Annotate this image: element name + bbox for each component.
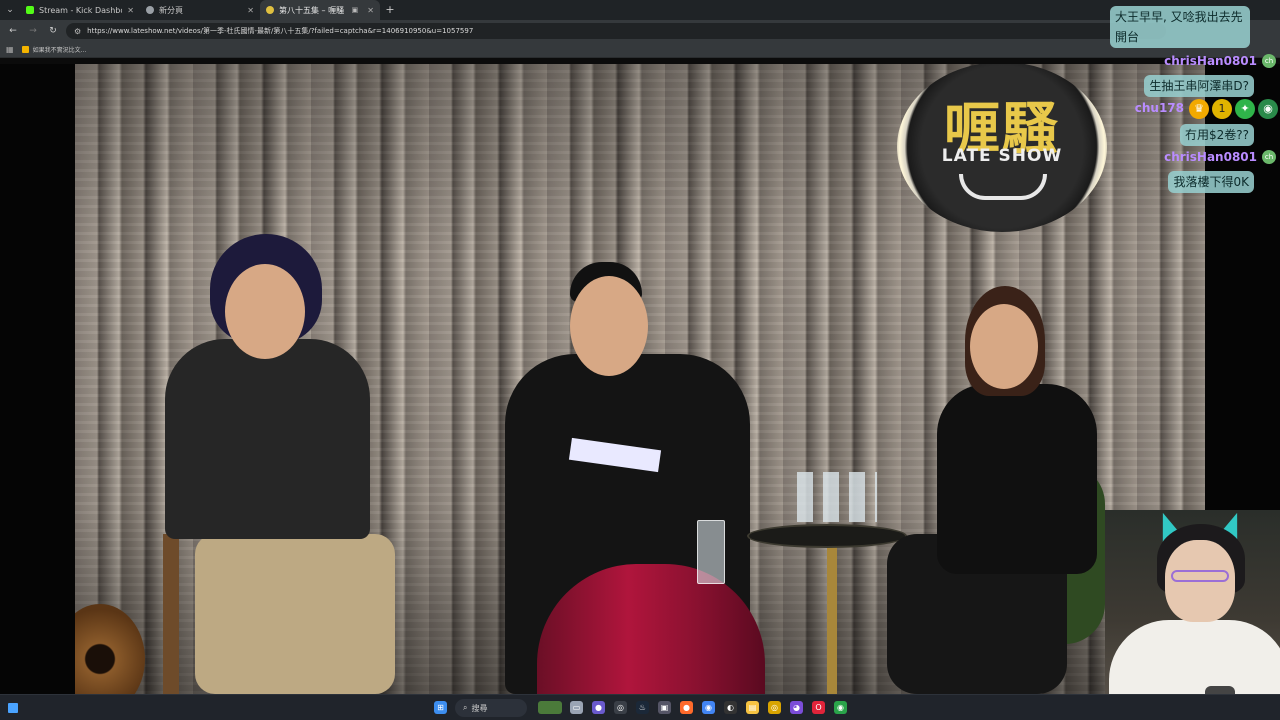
guest-left-shirt <box>165 339 370 539</box>
guest-right-top <box>937 384 1097 574</box>
crown-emote-icon: ♛ <box>1189 99 1209 119</box>
logo-english-text: LATE SHOW <box>941 146 1063 166</box>
lateshow-favicon-icon <box>266 6 274 14</box>
bookmark-label: 如果我不實況比文... <box>32 47 87 54</box>
apps-grid-icon[interactable]: ▦ <box>6 45 14 54</box>
channel-badge-icon: ch <box>1262 54 1276 68</box>
tab-title: Stream - Kick Dashboard <box>39 5 122 15</box>
chat-app-icon[interactable]: ● <box>592 701 605 714</box>
site-info-icon[interactable]: ⚙ <box>74 27 81 36</box>
chat-message: 我落樓下得0K <box>1168 171 1254 193</box>
guest-left-pants <box>195 534 395 694</box>
chat-username: chu178 <box>1134 101 1184 115</box>
windows-taskbar: ⊞ ⌕ 搜尋 ▭ ● ◎ ♨ ▣ ● ◉ ◐ ▤ ◎ ◕ O ◉ <box>0 694 1280 720</box>
forward-arrow-icon[interactable]: → <box>26 26 40 36</box>
obs-icon[interactable]: ◎ <box>614 701 627 714</box>
close-tab-icon[interactable]: ✕ <box>367 6 374 15</box>
file-explorer-icon[interactable]: ▤ <box>746 701 759 714</box>
bookmark-favicon-icon <box>21 46 29 53</box>
logo-smile-arc <box>959 174 1047 200</box>
back-arrow-icon[interactable]: ← <box>6 26 20 36</box>
chat-username: chrisHan0801 <box>1164 150 1257 164</box>
close-tab-icon[interactable]: ✕ <box>127 6 134 15</box>
streamer-shirt <box>1109 620 1280 694</box>
verified-badge-icon: ◉ <box>1258 99 1278 119</box>
tab-new-tab[interactable]: 新分頁 ✕ <box>140 0 260 20</box>
tab-title: 新分頁 <box>159 5 183 15</box>
coin-app-icon[interactable]: ◎ <box>768 701 781 714</box>
chat-username: chrisHan0801 <box>1164 54 1257 68</box>
streamer-glasses <box>1171 570 1229 582</box>
tab-title: 第八十五集 – 喱騷 <box>279 5 345 15</box>
video-player[interactable]: 喱騷 LATE SHOW <box>75 64 1205 694</box>
streamer-webcam <box>1105 510 1280 694</box>
search-label: 搜尋 <box>471 703 488 713</box>
lateshow-logo: 喱騷 LATE SHOW <box>897 64 1107 232</box>
bookmark-item[interactable]: 如果我不實況比文... <box>21 45 87 54</box>
discord-icon[interactable]: ◕ <box>790 701 803 714</box>
microphone <box>1205 686 1235 694</box>
widgets-icon[interactable] <box>8 703 18 713</box>
letterbox-left <box>0 64 75 694</box>
task-view-icon[interactable]: ▭ <box>570 701 583 714</box>
url-field[interactable]: ⚙ https://www.lateshow.net/videos/第一季-杜氏… <box>66 23 1166 39</box>
channel-badge-icon: ch <box>1262 150 1276 164</box>
water-bottles <box>797 472 877 522</box>
steam-icon[interactable]: ♨ <box>636 701 649 714</box>
rank-one-badge-icon: 1 <box>1212 99 1232 119</box>
chrome-icon[interactable]: ◉ <box>702 701 715 714</box>
url-text: https://www.lateshow.net/videos/第一季-杜氏國情… <box>87 27 474 35</box>
side-table-top <box>747 524 907 548</box>
kick-favicon-icon <box>26 6 34 14</box>
guitar <box>75 604 145 694</box>
diamond-badge-icon: ✦ <box>1235 99 1255 119</box>
side-table-leg <box>827 546 837 694</box>
globe-favicon-icon <box>146 6 154 14</box>
chat-message: 冇用$2卷?? <box>1179 124 1254 146</box>
firefox-icon[interactable]: ● <box>680 701 693 714</box>
bar-stool <box>163 534 179 694</box>
stream-chat-overlay: 大王早早, 又唸我出去先開台 chrisHan0801 ch 生抽王串阿澤串D?… <box>1080 0 1280 200</box>
tab-kick-dashboard[interactable]: Stream - Kick Dashboard ✕ <box>20 0 140 20</box>
chat-message: 大王早早, 又唸我出去先開台 <box>1110 6 1250 48</box>
image-viewer-icon[interactable]: ▣ <box>658 701 671 714</box>
chat-message: 生抽王串阿澤串D? <box>1144 75 1254 97</box>
guest-right-face <box>970 304 1038 389</box>
tab-lateshow-episode[interactable]: 第八十五集 – 喱騷 ▣ ✕ <box>260 0 380 20</box>
close-tab-icon[interactable]: ✕ <box>247 6 254 15</box>
host-face <box>570 276 648 376</box>
taskbar-search[interactable]: ⌕ 搜尋 <box>455 699 527 717</box>
audio-playing-icon[interactable]: ▣ <box>352 6 359 14</box>
windows-start-icon[interactable]: ⊞ <box>434 701 447 714</box>
app-icon[interactable]: ◐ <box>724 701 737 714</box>
chrome-canary-icon[interactable]: ◉ <box>834 701 847 714</box>
search-icon: ⌕ <box>463 703 468 712</box>
water-glass <box>697 520 725 584</box>
new-tab-button[interactable]: + <box>380 0 400 20</box>
guest-left-face <box>225 264 305 359</box>
widgets-weather-icon[interactable] <box>538 701 562 714</box>
reload-icon[interactable]: ↻ <box>46 26 60 36</box>
tab-search-chevron-icon[interactable]: ⌄ <box>0 0 20 20</box>
opera-icon[interactable]: O <box>812 701 825 714</box>
